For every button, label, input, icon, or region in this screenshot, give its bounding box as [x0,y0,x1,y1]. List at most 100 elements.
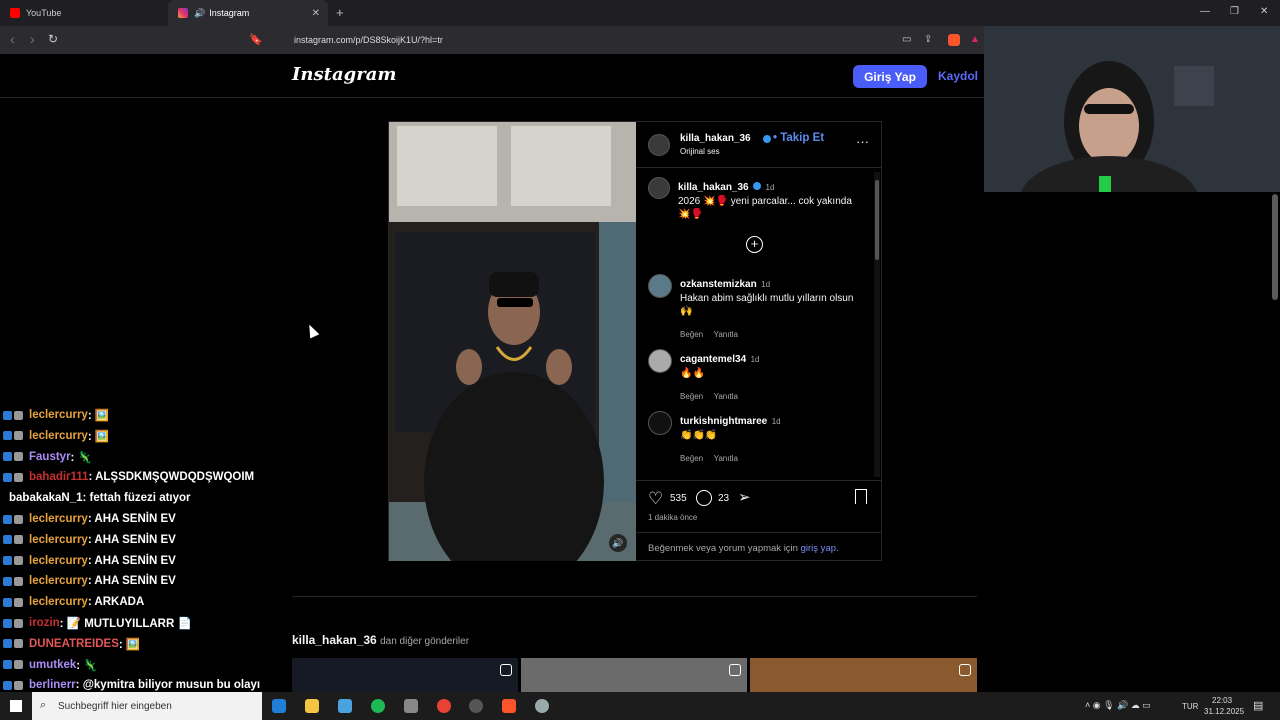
login-link[interactable]: giriş yap [801,543,836,554]
author-name[interactable]: killa_hakan_36 [680,133,751,144]
spotify-icon[interactable] [371,699,385,713]
share-icon[interactable]: ➢ [738,488,751,506]
more-post-thumb[interactable] [521,658,747,692]
chat-text: : AHA SENİN EV [87,554,176,567]
minimize-button[interactable]: — [1200,6,1210,17]
avatar[interactable] [648,349,672,373]
store-icon[interactable] [338,699,352,713]
mute-icon[interactable]: 🔊 [609,534,627,552]
close-tab-icon[interactable]: ✕ [312,8,320,19]
url-field[interactable]: instagram.com/p/DS8SkoijK1U/?hl=tr [270,30,988,50]
follow-link[interactable]: • Takip Et [773,132,824,144]
edge-icon[interactable] [272,699,286,713]
post-header-divider [636,167,882,168]
reload-button[interactable]: ↻ [48,32,58,46]
clock-time[interactable]: 22:03 [1212,696,1232,705]
like-comment-button[interactable]: Beğen [680,330,703,339]
taskbar-search[interactable]: ⌕ Suchbegriff hier eingeben [32,692,262,720]
tab-instagram[interactable]: 🔊 Instagram ✕ [168,0,328,26]
comment-time: 1d [761,280,771,289]
chat-username[interactable]: leclercurry [29,596,88,608]
comment-author[interactable]: turkishnightmaree [680,416,767,427]
chat-username[interactable]: DUNEATREIDES [29,638,119,650]
chat-username[interactable]: leclercurry [29,430,88,442]
avatar[interactable] [648,177,670,199]
chrome-icon[interactable] [437,699,451,713]
notifications-icon[interactable]: ▤ [1253,699,1263,712]
avatar[interactable] [648,274,672,298]
windows-start-icon[interactable] [10,700,22,712]
restore-button[interactable]: ❐ [1230,6,1239,17]
chat-username[interactable]: leclercurry [29,513,88,525]
chat-username[interactable]: Faustyr [29,451,71,463]
chat-username[interactable]: umutkek [29,659,76,671]
chat-username[interactable]: berlinerr [29,679,76,691]
login-button[interactable]: Giriş Yap [853,65,927,88]
forward-button[interactable]: › [30,31,35,47]
url-text: instagram.com/p/DS8SkoijK1U/?hl=tr [294,35,443,45]
chat-text: : 🦎 [76,659,98,672]
verified-icon [753,181,762,190]
signup-link[interactable]: Kaydol [938,69,978,83]
chat-badge-icon [14,535,23,545]
more-options-icon[interactable]: ··· [856,134,869,149]
comments-scrollbar[interactable] [874,172,880,477]
load-more-icon[interactable]: + [746,236,763,253]
obs-icon[interactable] [469,699,483,713]
caption-author[interactable]: killa_hakan_36 [678,182,749,193]
post-video[interactable]: 🔊 [389,122,636,561]
like-comment-button[interactable]: Beğen [680,454,703,463]
heart-icon[interactable]: ♡ [648,489,663,509]
language-indicator[interactable]: TUR [1182,702,1198,711]
audio-label[interactable]: Orijinal ses [680,147,720,156]
folder-icon[interactable] [305,699,319,713]
reply-button[interactable]: Yanıtla [714,392,738,401]
share-icon[interactable]: ⇪ [924,34,932,45]
like-comment-button[interactable]: Beğen [680,392,703,401]
chat-username[interactable]: leclercurry [29,575,88,587]
calculator-icon[interactable] [404,699,418,713]
clock-date[interactable]: 31.12.2025 [1204,707,1244,716]
reply-button[interactable]: Yanıtla [714,454,738,463]
cast-icon[interactable]: ▭ [902,34,911,45]
avatar[interactable] [648,411,672,435]
instagram-logo[interactable]: Instagram [292,64,396,85]
chat-text: : AHA SENİN EV [87,533,176,546]
bookmark-icon[interactable]: 🔖 [249,33,263,46]
new-tab-button[interactable]: + [336,5,344,20]
back-button[interactable]: ‹ [10,31,15,47]
instagram-icon [178,8,188,18]
tab-youtube[interactable]: YouTube [0,0,168,26]
more-posts-user[interactable]: killa_hakan_36 [292,633,377,647]
chat-text: : 📝 MUTLUYILLARR 📄 [59,618,192,630]
close-window-button[interactable]: ✕ [1260,6,1268,17]
avatar[interactable] [648,134,670,156]
reply-button[interactable]: Yanıtla [714,330,738,339]
chat-username[interactable]: babakakaN_1 [9,492,83,504]
chat-message: leclercurry : AHA SENİN EV [3,551,176,571]
chat-username[interactable]: bahadir111 [29,471,88,483]
chat-text: : fettah füzezi atıyor [82,492,191,505]
chat-message: irozin : 📝 MUTLUYILLARR 📄 [3,613,192,633]
tray-icons[interactable]: ˄ ◉ 🎙 🔊 ☁ ▭ [1085,700,1151,711]
comment-icon[interactable] [696,490,712,506]
comment-text: Hakan abim sağlıklı mutlu yılların olsun [680,293,854,304]
chat-username[interactable]: leclercurry [29,409,88,421]
brave-rewards-icon[interactable]: ▲ [970,34,980,45]
save-icon[interactable] [855,489,867,504]
comment-author[interactable]: ozkanstemizkan [680,279,757,290]
page-scrollbar[interactable] [1270,192,1280,692]
comment-author[interactable]: cagantemel34 [680,354,746,365]
windows-taskbar: ⌕ Suchbegriff hier eingeben ˄ ◉ 🎙 🔊 ☁ ▭ … [0,692,1280,720]
brave-icon[interactable] [502,699,516,713]
more-post-thumb[interactable] [292,658,518,692]
more-post-thumb[interactable] [750,658,977,692]
chat-text: : 🦎 [70,451,92,464]
chat-username[interactable]: leclercurry [29,534,88,546]
brave-shield-icon[interactable] [948,34,960,46]
chat-username[interactable]: irozin [29,617,60,629]
post-time: 1 dakika önce [648,513,698,522]
chat-username[interactable]: leclercurry [29,555,88,567]
app-icon[interactable] [535,699,549,713]
chat-badge-icon [14,452,23,462]
